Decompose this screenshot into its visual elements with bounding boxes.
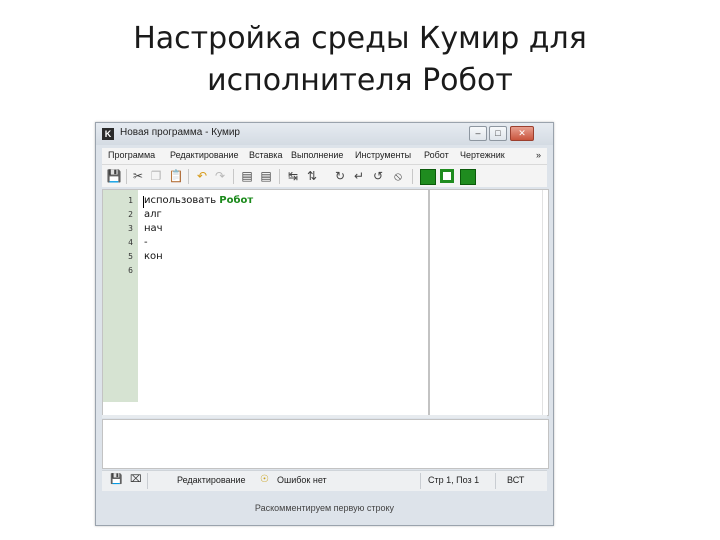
side-pane (429, 189, 549, 416)
code-text: использовать (144, 195, 220, 206)
slide-title-line-2: исполнителя Робот (207, 63, 513, 98)
status-insert-mode: ВСТ (507, 475, 525, 485)
menu-drawer[interactable]: Чертежник (460, 150, 505, 160)
toolbar: 💾 ✂ ❐ 📋 ↶ ↷ ▤ ▤ ↹ ⇅ ↻ ↵ ↺ ⦸ (102, 165, 547, 187)
menu-tools[interactable]: Инструменты (355, 150, 411, 160)
status-bar: 💾 ⌧ Редактирование ☉ Ошибок нет Стр 1, П… (102, 470, 547, 491)
code-line[interactable]: кон (144, 251, 163, 262)
code-keyword-robot: Робот (219, 195, 254, 206)
status-position: Стр 1, Поз 1 (428, 475, 480, 485)
robot-field-icon[interactable] (440, 169, 454, 183)
run-step-icon[interactable]: ↹ (285, 168, 301, 184)
line-number: 6 (128, 266, 133, 275)
robot-panel-icon[interactable] (460, 169, 476, 185)
menu-edit[interactable]: Редактирование (170, 150, 239, 160)
code-line[interactable]: использовать Робот (144, 195, 253, 206)
line-number-gutter: 1 2 3 4 5 6 (103, 190, 138, 402)
output-console[interactable] (102, 419, 549, 469)
step-out-icon[interactable]: ↺ (370, 168, 386, 184)
line-number: 5 (128, 252, 133, 261)
status-errors: Ошибок нет (277, 475, 327, 485)
redo-icon[interactable]: ↷ (212, 168, 228, 184)
code-line[interactable]: - (144, 237, 148, 248)
pane-divider (542, 190, 543, 415)
doc2-icon[interactable]: ▤ (258, 168, 274, 184)
minimize-button[interactable]: – (469, 126, 487, 141)
maximize-button[interactable]: □ (489, 126, 507, 141)
window-title: Новая программа - Кумир (120, 127, 240, 138)
code-line[interactable]: нач (144, 223, 163, 234)
slide-title: Настройка среды Кумир для исполнителя Ро… (0, 18, 720, 102)
menu-bar: Программа Редактирование Вставка Выполне… (102, 148, 547, 165)
person-icon: ☉ (260, 474, 269, 485)
copy-icon[interactable]: ❐ (148, 168, 164, 184)
paste-icon[interactable]: 📋 (168, 168, 184, 184)
status-divider (147, 473, 148, 489)
menu-insert[interactable]: Вставка (249, 150, 282, 160)
step-in-icon[interactable]: ↵ (351, 168, 367, 184)
run-list-icon[interactable]: ⇅ (304, 168, 320, 184)
close-doc-icon[interactable]: ⌧ (130, 474, 142, 485)
disk-icon[interactable]: 💾 (110, 474, 122, 485)
slide-title-line-1: Настройка среды Кумир для (133, 21, 587, 56)
robot-grid-icon[interactable] (420, 169, 436, 185)
save-icon[interactable]: 💾 (106, 168, 122, 184)
line-number: 3 (128, 224, 133, 233)
menu-overflow[interactable]: » (536, 150, 541, 160)
kumir-window: K Новая программа - Кумир – □ ✕ Программ… (95, 122, 554, 526)
line-number: 1 (128, 196, 133, 205)
caption-hint: Раскомментируем первую строку (254, 503, 395, 513)
toolbar-separator (412, 169, 413, 184)
menu-program[interactable]: Программа (108, 150, 155, 160)
kumir-app-icon: K (102, 128, 114, 140)
splitter[interactable] (102, 415, 547, 418)
toolbar-separator (188, 169, 189, 184)
toolbar-separator (233, 169, 234, 184)
line-number: 4 (128, 238, 133, 247)
doc-icon[interactable]: ▤ (239, 168, 255, 184)
line-number: 2 (128, 210, 133, 219)
toolbar-separator (279, 169, 280, 184)
stop-icon[interactable]: ⦸ (390, 168, 406, 184)
code-line[interactable]: алг (144, 209, 162, 220)
title-bar[interactable]: K Новая программа - Кумир – □ ✕ (96, 123, 553, 145)
status-divider (420, 473, 421, 489)
code-editor[interactable]: 1 2 3 4 5 6 использовать Робот алг нач -… (102, 189, 429, 416)
close-button[interactable]: ✕ (510, 126, 534, 141)
status-divider (495, 473, 496, 489)
menu-run[interactable]: Выполнение (291, 150, 343, 160)
undo-icon[interactable]: ↶ (194, 168, 210, 184)
menu-robot[interactable]: Робот (424, 150, 449, 160)
step-over-icon[interactable]: ↻ (332, 168, 348, 184)
cut-icon[interactable]: ✂ (130, 168, 146, 184)
toolbar-separator (126, 169, 127, 184)
status-mode: Редактирование (177, 475, 246, 485)
